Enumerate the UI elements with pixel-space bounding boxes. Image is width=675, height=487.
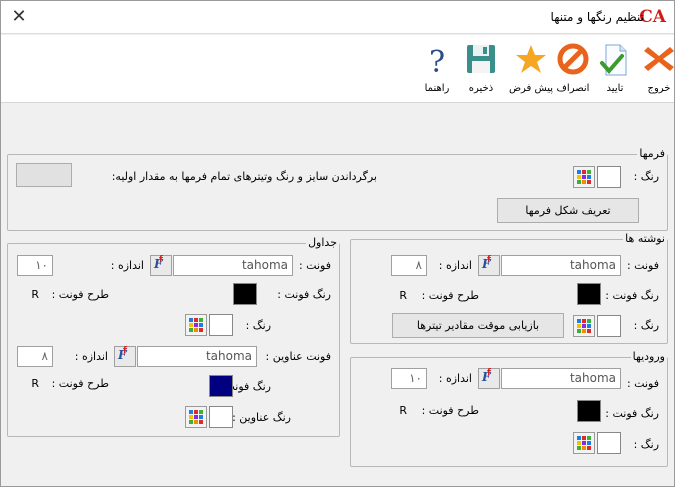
color-palette-icon xyxy=(577,319,591,333)
tables-header-color-label: رنگ عناوین : xyxy=(232,411,291,424)
tables-header-font-button[interactable]: Ff xyxy=(114,346,136,367)
tables-header-font-color-swatch[interactable] xyxy=(209,375,233,397)
inputs-color-label: رنگ : xyxy=(633,438,659,451)
color-palette-icon xyxy=(189,410,203,424)
tables-header-size-field[interactable]: ۸ xyxy=(17,346,53,367)
texts-font-style-label: طرح فونت : xyxy=(421,289,479,302)
tables-font-field[interactable]: tahoma xyxy=(173,255,293,276)
texts-group: نوشته ها فونت : tahoma Ff اندازه : ۸ رنگ… xyxy=(350,232,668,344)
texts-font-color-swatch[interactable] xyxy=(577,283,601,305)
texts-font-style-value: R xyxy=(399,289,407,302)
title-bar: ✕ CA تنظیم رنگها و متنها xyxy=(1,1,674,34)
cancel-button[interactable]: انصراف xyxy=(553,37,593,99)
inputs-font-field[interactable]: tahoma xyxy=(501,368,621,389)
tables-font-style-value: R xyxy=(31,288,39,301)
tables-header-size-label: اندازه : xyxy=(74,350,108,363)
window-title: تنظیم رنگها و متنها xyxy=(550,10,644,24)
save-button[interactable]: ذخیره xyxy=(461,37,501,99)
texts-font-button[interactable]: Ff xyxy=(478,255,500,276)
tables-font-label: فونت : xyxy=(298,259,331,272)
inputs-size-label: اندازه : xyxy=(438,372,472,385)
help-button[interactable]: ? راهنما xyxy=(417,37,457,99)
inputs-font-color-label: رنگ فونت : xyxy=(605,407,659,420)
tables-header-font-style-label: طرح فونت : xyxy=(51,377,109,390)
inputs-color-picker[interactable] xyxy=(573,432,595,454)
forms-reset-button[interactable] xyxy=(16,163,72,187)
texts-font-label: فونت : xyxy=(626,259,659,272)
inputs-size-field[interactable]: ۱۰ xyxy=(391,368,427,389)
color-palette-icon xyxy=(189,318,203,332)
toolbar: خروج تایید انصراف پیش فرض ذخیره ? راهنما xyxy=(1,35,674,103)
tables-size-label: اندازه : xyxy=(110,259,144,272)
tables-color-swatch[interactable] xyxy=(209,314,233,336)
inputs-color-swatch[interactable] xyxy=(597,432,621,454)
inputs-group: ورودیها فونت : tahoma Ff اندازه : ۱۰ رنگ… xyxy=(350,350,668,467)
define-forms-button[interactable]: تعریف شکل فرمها xyxy=(497,198,639,223)
color-palette-icon xyxy=(577,436,591,450)
color-palette-icon xyxy=(577,170,591,184)
default-button[interactable]: پیش فرض xyxy=(509,37,553,99)
inputs-font-style-label: طرح فونت : xyxy=(421,404,479,417)
texts-color-picker[interactable] xyxy=(573,315,595,337)
forms-color-label: رنگ : xyxy=(633,170,659,183)
svg-text:?: ? xyxy=(429,45,445,75)
inputs-font-button[interactable]: Ff xyxy=(478,368,500,389)
inputs-font-label: فونت : xyxy=(626,377,659,390)
exit-icon xyxy=(644,47,674,71)
tables-header-font-field[interactable]: tahoma xyxy=(137,346,257,367)
help-label: راهنما xyxy=(424,83,450,94)
tables-group: جداول فونت : tahoma Ff اندازه : ۱۰ رنگ ف… xyxy=(7,236,340,437)
default-label: پیش فرض xyxy=(508,83,554,94)
texts-size-label: اندازه : xyxy=(438,259,472,272)
forms-color-swatch[interactable] xyxy=(597,166,621,188)
forms-group-title: فرمها xyxy=(637,147,667,160)
tables-header-color-picker[interactable] xyxy=(185,406,207,428)
tables-font-style-label: طرح فونت : xyxy=(51,288,109,301)
restore-titles-button[interactable]: بازیابی موقت مقادیر تیترها xyxy=(392,313,564,338)
tables-header-color-swatch[interactable] xyxy=(209,406,233,428)
help-icon: ? xyxy=(429,45,445,75)
forms-group: فرمها رنگ : برگرداندن سایز و رنگ وتیترها… xyxy=(7,147,668,231)
texts-size-field[interactable]: ۸ xyxy=(391,255,427,276)
inputs-group-title: ورودیها xyxy=(630,350,667,363)
cancel-icon xyxy=(557,43,589,75)
close-icon[interactable]: ✕ xyxy=(9,6,29,28)
tables-size-field[interactable]: ۱۰ xyxy=(17,255,53,276)
spacer-panel xyxy=(1,104,674,151)
inputs-font-color-swatch[interactable] xyxy=(577,400,601,422)
texts-font-field[interactable]: tahoma xyxy=(501,255,621,276)
tables-color-picker[interactable] xyxy=(185,314,207,336)
star-icon xyxy=(516,45,546,73)
confirm-icon xyxy=(600,44,627,76)
texts-color-label: رنگ : xyxy=(633,319,659,332)
forms-color-picker[interactable] xyxy=(573,166,595,188)
confirm-button[interactable]: تایید xyxy=(595,37,635,99)
tables-color-label: رنگ : xyxy=(245,319,271,332)
tables-header-font-label: فونت عناوین : xyxy=(265,350,331,363)
tables-font-button[interactable]: Ff xyxy=(150,255,172,276)
tables-font-color-swatch[interactable] xyxy=(233,283,257,305)
save-icon xyxy=(467,45,495,73)
dialog-window: ✕ CA تنظیم رنگها و متنها خروج تایید انصر… xyxy=(0,0,675,487)
texts-color-swatch[interactable] xyxy=(597,315,621,337)
tables-font-color-label: رنگ فونت : xyxy=(277,288,331,301)
texts-font-color-label: رنگ فونت : xyxy=(605,289,659,302)
tables-header-font-style-value: R xyxy=(31,377,39,390)
exit-button[interactable]: خروج xyxy=(639,37,675,99)
forms-reset-label: برگرداندن سایز و رنگ وتیترهای تمام فرمها… xyxy=(111,170,377,183)
inputs-font-style-value: R xyxy=(399,404,407,417)
tables-group-title: جداول xyxy=(306,236,339,249)
texts-group-title: نوشته ها xyxy=(623,232,667,245)
